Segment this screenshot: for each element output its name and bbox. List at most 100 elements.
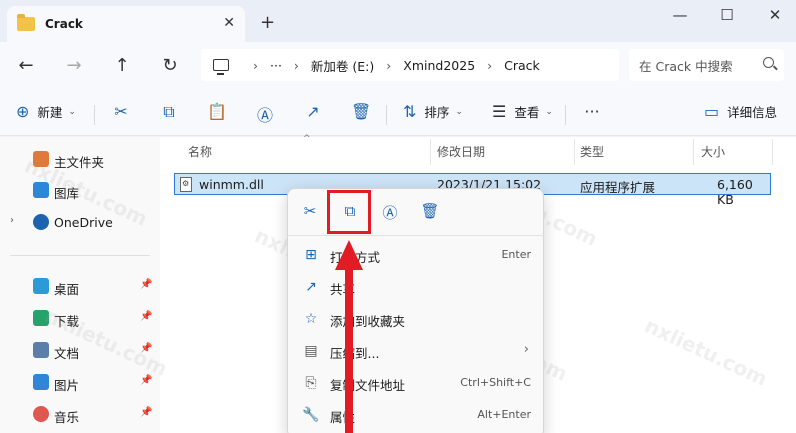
new-tab-button[interactable]: +: [260, 12, 275, 33]
wrench-icon: 🔧: [302, 407, 320, 423]
breadcrumb-separator[interactable]: ›: [253, 58, 258, 73]
music-icon: [33, 406, 49, 422]
menu-item-share[interactable]: ↗ 共享: [288, 271, 545, 303]
sidebar-item-label: 桌面: [54, 282, 80, 297]
refresh-button[interactable]: ↻: [158, 55, 182, 76]
column-header-name[interactable]: 名称: [188, 143, 212, 160]
sidebar-item-label: 图片: [54, 378, 80, 393]
command-bar: ⊕ 新建 ⌄ ✂ ⧉ 📋 Ⓐ ↗ 🗑 ⇅ 排序 ⌄ ☰ 查看 ⌄ ··· ▭ 详…: [0, 88, 796, 136]
divider: [565, 105, 566, 125]
document-icon: [33, 342, 49, 358]
breadcrumb-xmind2025[interactable]: Xmind2025: [403, 58, 475, 73]
copy-icon[interactable]: ⧉: [159, 102, 179, 122]
menu-item-copy-path[interactable]: ⎘ 复制文件地址 Ctrl+Shift+C: [288, 367, 545, 399]
desktop-icon: [33, 278, 49, 294]
chevron-down-icon: ⌄: [545, 106, 553, 117]
sort-indicator-icon: ^: [303, 134, 311, 144]
up-button[interactable]: ↑: [110, 55, 134, 76]
title-bar: Crack ✕ + — ☐ ✕: [0, 0, 796, 42]
delete-icon[interactable]: 🗑: [351, 102, 371, 121]
breadcrumb-more[interactable]: ···: [270, 58, 282, 73]
share-icon: ↗: [305, 279, 317, 295]
red-arrow-icon: [335, 240, 363, 433]
address-bar[interactable]: › ··· › 新加卷 (E:) › Xmind2025 › Crack: [201, 49, 619, 81]
sidebar-item-label: OneDrive: [54, 215, 113, 230]
cut-icon[interactable]: ✂: [300, 202, 320, 220]
details-label: 详细信息: [727, 105, 778, 120]
address-row: ← → ↑ ↻ › ··· › 新加卷 (E:) › Xmind2025 › C…: [0, 42, 796, 88]
paste-icon[interactable]: 📋: [207, 102, 227, 121]
column-header-modified[interactable]: 修改日期: [437, 143, 485, 160]
back-button[interactable]: ←: [14, 55, 38, 76]
cloud-icon: [33, 214, 49, 230]
archive-icon: ▤: [304, 343, 318, 359]
column-header-size[interactable]: 大小: [701, 143, 725, 160]
view-label: 查看: [514, 105, 540, 120]
tab-crack[interactable]: Crack ✕: [7, 6, 245, 42]
column-header-type[interactable]: 类型: [580, 143, 604, 160]
maximize-button[interactable]: ☐: [712, 6, 742, 24]
sidebar-item-music[interactable]: 音乐 📌: [0, 400, 160, 428]
more-options-icon[interactable]: ···: [582, 102, 602, 121]
breadcrumb-separator[interactable]: ›: [386, 58, 391, 73]
pin-icon[interactable]: 📌: [140, 311, 152, 322]
dll-file-icon: [180, 177, 192, 192]
expand-icon[interactable]: ›: [10, 215, 14, 226]
sidebar-item-pictures[interactable]: 图片 📌: [0, 368, 160, 396]
details-button[interactable]: ▭ 详细信息: [704, 102, 777, 121]
sort-icon: ⇅: [403, 102, 417, 121]
menu-item-shortcut: Alt+Enter: [477, 408, 531, 421]
column-divider[interactable]: [693, 139, 694, 165]
chevron-right-icon: ›: [523, 342, 529, 357]
pin-icon[interactable]: 📌: [140, 375, 152, 386]
close-tab-icon[interactable]: ✕: [223, 15, 235, 31]
view-button[interactable]: ☰ 查看 ⌄: [492, 102, 553, 121]
this-pc-icon[interactable]: [213, 59, 229, 75]
new-button[interactable]: ⊕ 新建 ⌄: [16, 102, 76, 121]
file-size: 6,160 KB: [717, 177, 753, 207]
cut-icon[interactable]: ✂: [111, 102, 131, 121]
menu-item-open-with[interactable]: ⊞ 打开方式 Enter: [288, 239, 545, 271]
menu-item-compress[interactable]: ▤ 压缩到... ›: [288, 335, 545, 367]
menu-item-shortcut: Enter: [501, 248, 531, 261]
add-circle-icon: ⊕: [16, 102, 30, 121]
rename-icon[interactable]: Ⓐ: [255, 102, 275, 126]
breadcrumb-separator[interactable]: ›: [294, 58, 299, 73]
breadcrumb-drive[interactable]: 新加卷 (E:): [311, 56, 374, 75]
minimize-button[interactable]: —: [665, 6, 695, 24]
column-divider[interactable]: [430, 139, 431, 165]
search-input[interactable]: 在 Crack 中搜索: [629, 49, 784, 81]
breadcrumb-separator[interactable]: ›: [487, 58, 492, 73]
file-type: 应用程序扩展: [580, 180, 656, 195]
share-icon[interactable]: ↗: [303, 102, 323, 121]
open-with-icon: ⊞: [305, 247, 317, 263]
file-name: winmm.dll: [199, 177, 264, 192]
forward-button[interactable]: →: [62, 55, 86, 76]
divider: [386, 105, 387, 125]
pin-icon[interactable]: 📌: [140, 279, 152, 290]
context-menu: ✂ ⧉ Ⓐ 🗑 ⊞ 打开方式 Enter ↗ 共享 ☆ 添加到收藏夹 ▤ 压缩到…: [287, 188, 545, 433]
highlight-box: [327, 190, 371, 234]
column-divider[interactable]: [574, 139, 575, 165]
menu-item-properties[interactable]: 🔧 属性 Alt+Enter: [288, 399, 545, 431]
close-window-button[interactable]: ✕: [760, 6, 790, 24]
divider: [94, 105, 95, 125]
star-icon: ☆: [304, 311, 318, 327]
sidebar-divider: [10, 255, 150, 256]
copy-path-icon: ⎘: [305, 375, 317, 391]
delete-icon[interactable]: 🗑: [420, 202, 440, 220]
sidebar-item-desktop[interactable]: 桌面 📌: [0, 272, 160, 300]
chevron-down-icon: ⌄: [68, 106, 76, 117]
sidebar-item-label: 音乐: [54, 410, 80, 425]
tab-title: Crack: [45, 17, 83, 31]
new-label: 新建: [37, 105, 63, 120]
pin-icon[interactable]: 📌: [140, 407, 152, 418]
sort-button[interactable]: ⇅ 排序 ⌄: [403, 102, 463, 121]
pictures-icon: [33, 374, 49, 390]
column-divider[interactable]: [772, 139, 773, 165]
menu-item-add-favorites[interactable]: ☆ 添加到收藏夹: [288, 303, 545, 335]
rename-icon[interactable]: Ⓐ: [380, 202, 400, 223]
chevron-down-icon: ⌄: [455, 106, 463, 117]
breadcrumb-crack[interactable]: Crack: [504, 58, 540, 73]
view-icon: ☰: [492, 102, 507, 121]
